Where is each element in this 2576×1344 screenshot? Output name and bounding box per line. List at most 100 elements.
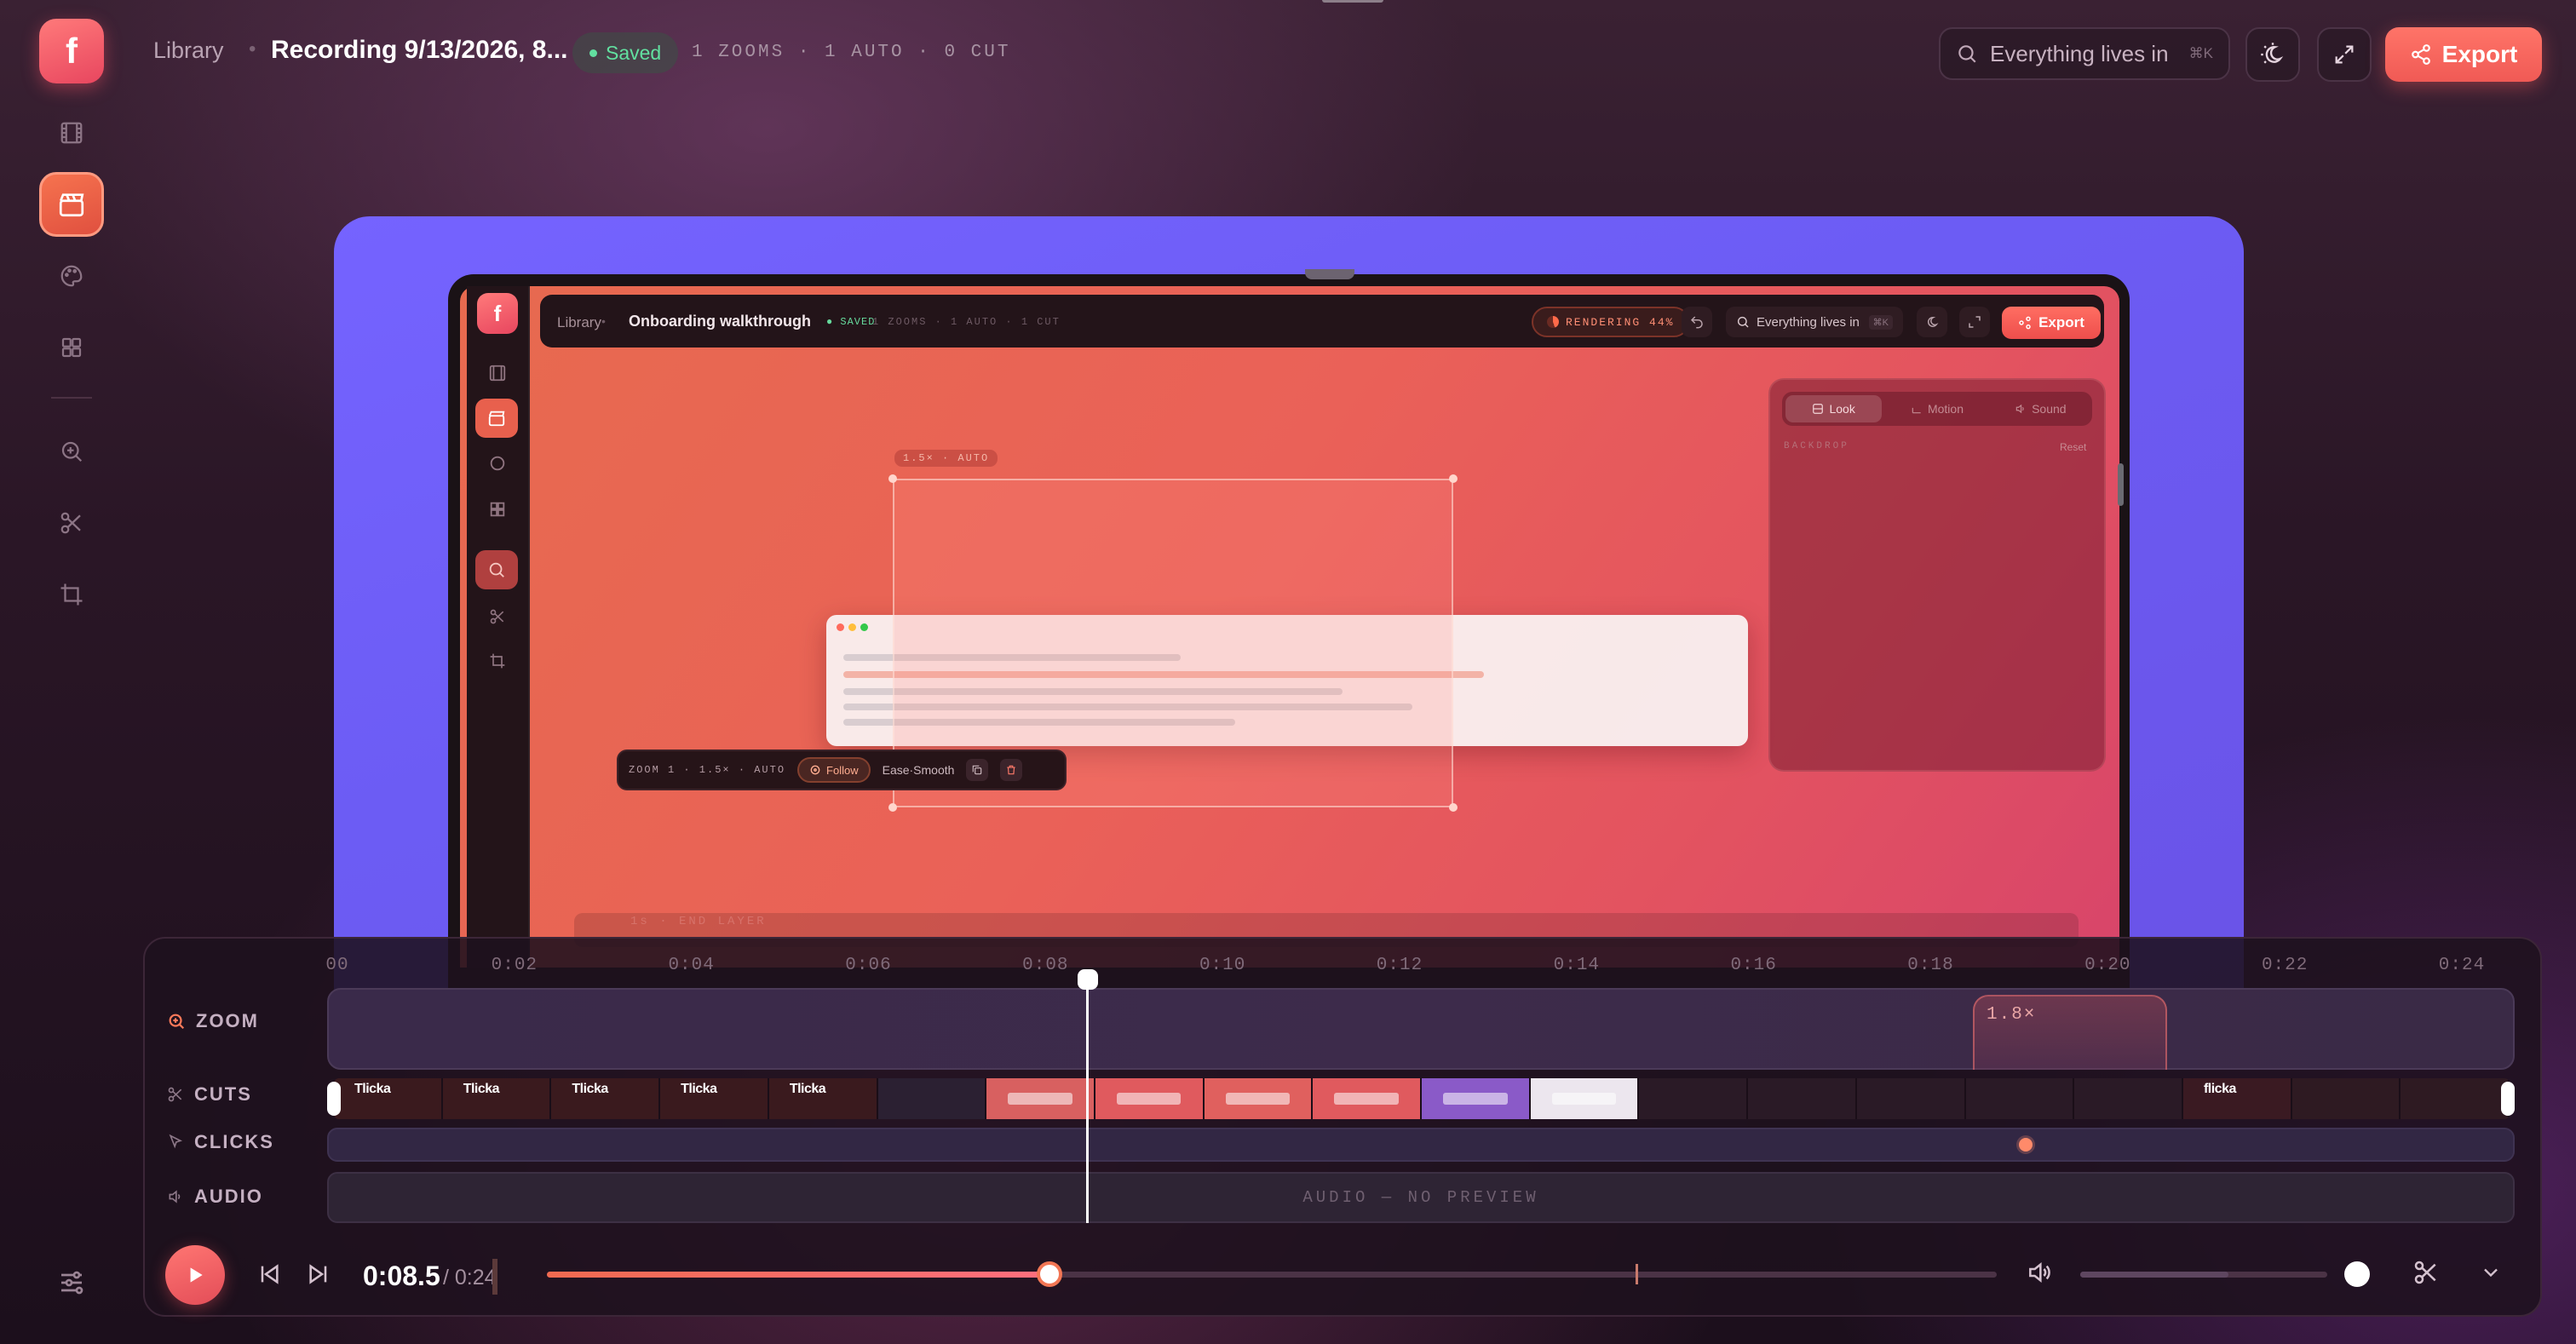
playhead-line[interactable] <box>1086 971 1089 1223</box>
collapse-button[interactable] <box>2479 1261 2503 1284</box>
scissors-icon <box>2412 1259 2440 1286</box>
filmstrip-frame <box>1856 1078 1966 1119</box>
preview-expand-icon <box>1959 307 1990 337</box>
rail-divider <box>51 397 92 399</box>
skip-back-icon <box>256 1261 283 1288</box>
speaker-icon <box>167 1188 184 1205</box>
follow-button[interactable]: Follow <box>797 757 871 783</box>
skip-forward-button[interactable] <box>305 1261 332 1288</box>
play-button[interactable] <box>165 1245 225 1305</box>
duplicate-icon[interactable] <box>966 759 989 781</box>
sliders-icon[interactable] <box>56 1267 87 1298</box>
preview-reset-link: Reset <box>2060 441 2087 453</box>
timeline-tick: 00 <box>325 956 349 975</box>
filmstrip-frame: flicka <box>2182 1078 2292 1119</box>
crop-icon[interactable] <box>44 567 99 622</box>
audio-placeholder: AUDIO — NO PREVIEW <box>1302 1188 1539 1207</box>
timeline-tick: 0:22 <box>2261 956 2309 975</box>
skip-back-button[interactable] <box>256 1261 283 1288</box>
thumb-window <box>1334 1092 1399 1106</box>
timeline-tick: 0:16 <box>1730 956 1777 975</box>
volume-handle[interactable] <box>2344 1261 2370 1287</box>
timeline-tick: 0:10 <box>1199 956 1246 975</box>
preview-rendering-badge: RENDERING 44% <box>1532 307 1690 337</box>
app-logo-letter: f <box>66 31 78 71</box>
export-button[interactable]: Export <box>2385 27 2542 82</box>
mock-maximize-dot <box>860 623 868 631</box>
grid-icon[interactable] <box>44 320 99 375</box>
volume-button[interactable] <box>2026 1259 2053 1286</box>
film-icon[interactable] <box>44 106 99 160</box>
mock-close-dot <box>837 623 844 631</box>
clapperboard-icon[interactable] <box>39 172 104 237</box>
preview-ghost-label: 1s · END LAYER <box>630 915 767 928</box>
thumb-brand: Tlicka <box>572 1082 608 1096</box>
breadcrumb-library[interactable]: Library <box>153 37 224 64</box>
time-cursor <box>492 1259 497 1295</box>
expand-icon <box>2332 43 2356 66</box>
audio-track[interactable]: AUDIO — NO PREVIEW <box>327 1172 2515 1223</box>
thumb-window <box>1551 1092 1617 1106</box>
preview-share-icon <box>2018 316 2032 330</box>
trash-icon[interactable] <box>1000 759 1023 781</box>
zoom-toolbar-label: ZOOM 1 · 1.5× · AUTO <box>629 764 786 776</box>
filmstrip-frame <box>2401 1078 2510 1119</box>
click-marker[interactable] <box>2019 1138 2033 1152</box>
zoom-in-icon[interactable] <box>44 424 99 479</box>
clicks-track-label: CLICKS <box>167 1131 274 1153</box>
ease-selector[interactable]: Ease·Smooth <box>883 763 955 777</box>
zoom-frame-handle[interactable] <box>888 474 897 483</box>
filmstrip-frame <box>877 1078 987 1119</box>
preview-rendering-label: RENDERING 44% <box>1566 315 1675 329</box>
search-shortcut: ⌘K <box>2188 45 2213 61</box>
cut-end-handle[interactable] <box>2501 1082 2515 1116</box>
breadcrumb-separator: • <box>249 37 256 60</box>
preview-logo-letter: f <box>493 300 502 326</box>
preview-tab-sound: Sound <box>1992 395 2089 422</box>
play-icon <box>184 1264 206 1286</box>
split-button[interactable] <box>2412 1259 2440 1286</box>
timeline-tick: 0:24 <box>2438 956 2486 975</box>
timeline-tick: 0:12 <box>1376 956 1423 975</box>
theme-toggle-button[interactable] <box>2245 27 2300 82</box>
playhead-handle[interactable] <box>1078 969 1098 990</box>
zoom-track-label: ZOOM <box>167 1010 259 1032</box>
filmstrip-frame <box>986 1078 1095 1119</box>
filmstrip-frame <box>1639 1078 1749 1119</box>
palette-icon[interactable] <box>44 249 99 303</box>
scissors-icon[interactable] <box>44 496 99 550</box>
preview-breadcrumb-sep: • <box>601 314 606 328</box>
preview-grid-icon <box>482 494 513 525</box>
preview-tab-look: Look <box>1785 395 1883 422</box>
preview-export-label: Export <box>2038 314 2084 330</box>
preview-search-text: Everything lives in <box>1757 314 1860 330</box>
thumb-brand: Tlicka <box>789 1082 826 1096</box>
zoom-track[interactable] <box>327 988 2515 1070</box>
zoom-frame-handle[interactable] <box>1449 474 1458 483</box>
filmstrip-frame: Tlicka <box>551 1078 661 1119</box>
timeline-tick: 0:02 <box>491 956 538 975</box>
preview-saved: ● SAVED <box>826 316 876 328</box>
cuts-track-filmstrip[interactable]: Tlicka Tlicka Tlicka Tlicka Tlicka flicka <box>334 1078 2510 1119</box>
filmstrip-frame: Tlicka <box>334 1078 443 1119</box>
share-icon <box>2410 43 2432 66</box>
cut-start-handle[interactable] <box>327 1082 341 1116</box>
recording-title[interactable]: Recording 9/13/2026, 8... <box>271 36 568 65</box>
timeline-tick: 0:20 <box>2084 956 2131 975</box>
fullscreen-button[interactable] <box>2317 27 2372 82</box>
clicks-track-text: CLICKS <box>194 1131 274 1152</box>
clicks-track[interactable] <box>327 1128 2515 1162</box>
search-input[interactable]: Everything lives in ⌘K <box>1939 27 2230 80</box>
device-notch <box>1305 269 1354 279</box>
volume-icon <box>2026 1259 2053 1286</box>
scissors-icon <box>167 1086 184 1103</box>
zoom-frame-handle[interactable] <box>888 803 897 812</box>
preview-clapperboard-icon <box>475 399 518 438</box>
filmstrip-frame: Tlicka <box>768 1078 878 1119</box>
preview-palette-icon <box>482 448 513 479</box>
preview-inspector-panel <box>1768 378 2106 772</box>
window-grabber <box>1322 0 1383 3</box>
zoom-frame-handle[interactable] <box>1449 803 1458 812</box>
app-logo[interactable]: f <box>39 19 104 83</box>
timeline-tick: 0:08 <box>1022 956 1069 975</box>
